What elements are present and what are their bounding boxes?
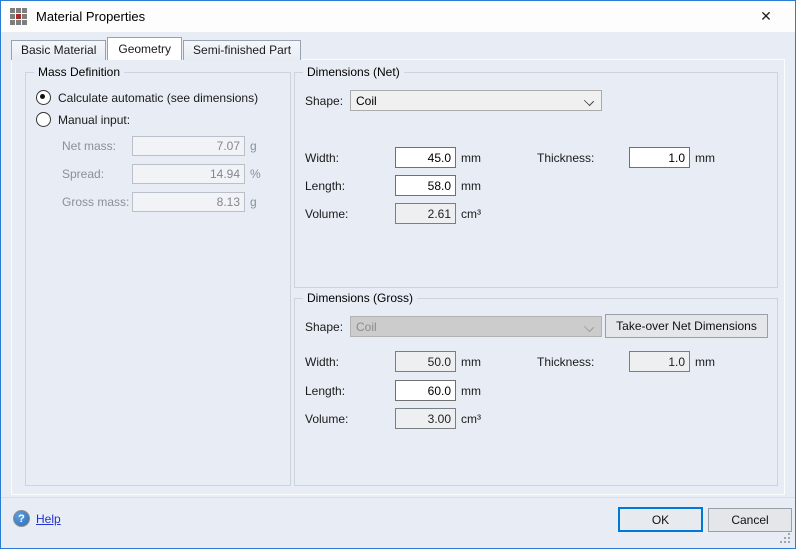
group-dimensions-gross: Dimensions (Gross) Shape: Coil Take-over…	[294, 298, 778, 486]
gross-thickness-label: Thickness:	[537, 355, 594, 369]
gross-length-label: Length:	[305, 384, 345, 398]
radio-button-icon[interactable]	[36, 112, 51, 127]
spread-input	[132, 164, 245, 184]
window-title: Material Properties	[36, 9, 145, 24]
gross-volume-unit: cm³	[461, 412, 481, 426]
radio-button-icon[interactable]	[36, 90, 51, 105]
gross-volume-input	[395, 408, 456, 429]
gross-width-unit: mm	[461, 355, 481, 369]
tab-geometry[interactable]: Geometry	[107, 37, 182, 60]
material-properties-dialog: Material Properties ✕ Basic Material Geo…	[0, 0, 796, 549]
radio-manual-input[interactable]: Manual input:	[36, 112, 130, 127]
gross-thickness-unit: mm	[695, 355, 715, 369]
gross-shape-label: Shape:	[305, 320, 343, 334]
help-icon[interactable]: ?	[13, 510, 30, 527]
ok-button[interactable]: OK	[618, 507, 703, 532]
cancel-button[interactable]: Cancel	[708, 508, 792, 532]
net-width-label: Width:	[305, 151, 339, 165]
group-label-dimensions-net: Dimensions (Net)	[303, 65, 404, 79]
net-mass-unit: g	[250, 139, 257, 153]
title-bar: Material Properties ✕	[1, 1, 795, 32]
group-dimensions-net: Dimensions (Net) Shape: Coil Width: mm T…	[294, 72, 778, 288]
spread-label: Spread:	[62, 167, 104, 181]
net-length-input[interactable]	[395, 175, 456, 196]
radio-label: Manual input:	[58, 113, 130, 127]
net-width-unit: mm	[461, 151, 481, 165]
net-thickness-input[interactable]	[629, 147, 690, 168]
net-thickness-unit: mm	[695, 151, 715, 165]
gross-shape-value: Coil	[356, 320, 377, 334]
net-volume-input	[395, 203, 456, 224]
net-shape-label: Shape:	[305, 94, 343, 108]
net-shape-value: Coil	[356, 94, 377, 108]
net-length-label: Length:	[305, 179, 345, 193]
net-shape-dropdown[interactable]: Coil	[350, 90, 602, 111]
gross-width-input	[395, 351, 456, 372]
tab-semi-finished-part[interactable]: Semi-finished Part	[183, 40, 301, 60]
radio-label: Calculate automatic (see dimensions)	[58, 91, 258, 105]
net-thickness-label: Thickness:	[537, 151, 594, 165]
tab-strip: Basic Material Geometry Semi-finished Pa…	[11, 37, 302, 60]
app-grid-icon	[10, 8, 27, 25]
net-length-unit: mm	[461, 179, 481, 193]
net-width-input[interactable]	[395, 147, 456, 168]
takeover-net-dimensions-button[interactable]: Take-over Net Dimensions	[605, 314, 768, 338]
group-mass-definition: Mass Definition Calculate automatic (see…	[25, 72, 291, 486]
net-mass-label: Net mass:	[62, 139, 116, 153]
gross-mass-input	[132, 192, 245, 212]
group-label-dimensions-gross: Dimensions (Gross)	[303, 291, 417, 305]
gross-mass-label: Gross mass:	[62, 195, 129, 209]
help-link[interactable]: Help	[36, 512, 61, 526]
chevron-down-icon	[584, 96, 594, 106]
gross-length-unit: mm	[461, 384, 481, 398]
gross-length-input[interactable]	[395, 380, 456, 401]
resize-grip-icon[interactable]	[780, 533, 791, 544]
close-icon[interactable]: ✕	[745, 1, 787, 32]
net-volume-label: Volume:	[305, 207, 348, 221]
radio-calculate-automatic[interactable]: Calculate automatic (see dimensions)	[36, 90, 258, 105]
gross-volume-label: Volume:	[305, 412, 348, 426]
net-volume-unit: cm³	[461, 207, 481, 221]
spread-unit: %	[250, 167, 261, 181]
chevron-down-icon	[584, 322, 594, 332]
gross-shape-dropdown: Coil	[350, 316, 602, 337]
gross-thickness-input	[629, 351, 690, 372]
tab-basic-material[interactable]: Basic Material	[11, 40, 106, 60]
footer-divider	[1, 497, 795, 498]
gross-width-label: Width:	[305, 355, 339, 369]
gross-mass-unit: g	[250, 195, 257, 209]
net-mass-input	[132, 136, 245, 156]
group-label-mass-definition: Mass Definition	[34, 65, 124, 79]
